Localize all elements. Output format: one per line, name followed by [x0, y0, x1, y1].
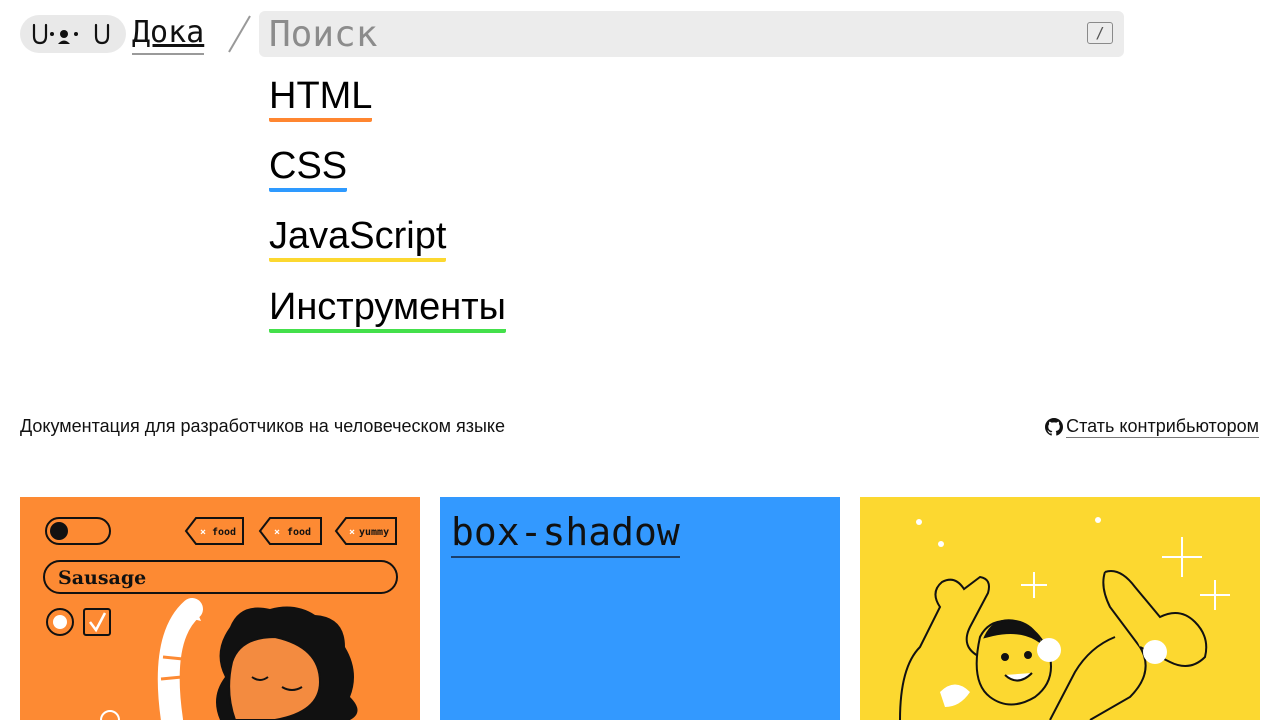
relaxing-person-illustration: [899, 517, 1230, 720]
svg-text:food: food: [287, 527, 311, 538]
svg-text:×: ×: [349, 527, 355, 538]
svg-text:×: ×: [200, 527, 206, 538]
nav-link-css[interactable]: CSS: [269, 144, 348, 192]
nav-link-javascript[interactable]: JavaScript: [269, 214, 447, 262]
sausage-illustration: [157, 598, 203, 720]
tag-chip: × food: [184, 517, 244, 545]
svg-text:×: ×: [274, 527, 280, 538]
site-name-link[interactable]: Дока: [132, 14, 205, 55]
contribute-label: Стать контрибьютором: [1066, 416, 1259, 438]
toggle-switch-illustration: [45, 517, 111, 545]
contribute-link[interactable]: Стать контрибьютором: [1045, 415, 1259, 438]
radio-illustration: [46, 608, 74, 636]
slash-separator-icon: [228, 15, 251, 53]
article-card-illustrated[interactable]: [860, 497, 1260, 720]
logo-link[interactable]: [20, 15, 126, 53]
nav-link-html[interactable]: HTML: [269, 74, 373, 122]
svg-text:yummy: yummy: [359, 527, 389, 538]
person-illustration: [100, 606, 358, 720]
article-card-form-controls[interactable]: × food × food × yummy Sausage: [20, 497, 420, 720]
tag-chip: × yummy: [334, 517, 397, 545]
food-form-illustration: × food × food × yummy Sausage: [43, 517, 398, 720]
search-shortcut-hint: /: [1087, 22, 1113, 44]
search-input[interactable]: [269, 11, 1069, 57]
github-icon: [1045, 417, 1064, 436]
tag-chip: × food: [258, 517, 322, 545]
search-box: /: [259, 11, 1124, 57]
card-title: box-shadow: [451, 510, 680, 558]
text-field-illustration: Sausage: [43, 560, 398, 594]
article-card-box-shadow[interactable]: box-shadow: [440, 497, 840, 720]
site-tagline: Документация для разработчиков на челове…: [20, 416, 505, 436]
svg-text:food: food: [212, 527, 236, 538]
nav-link-tools[interactable]: Инструменты: [269, 285, 506, 333]
checkbox-illustration: [83, 608, 111, 636]
doka-logo-icon: [32, 23, 110, 45]
svg-text:Sausage: Sausage: [58, 567, 146, 589]
